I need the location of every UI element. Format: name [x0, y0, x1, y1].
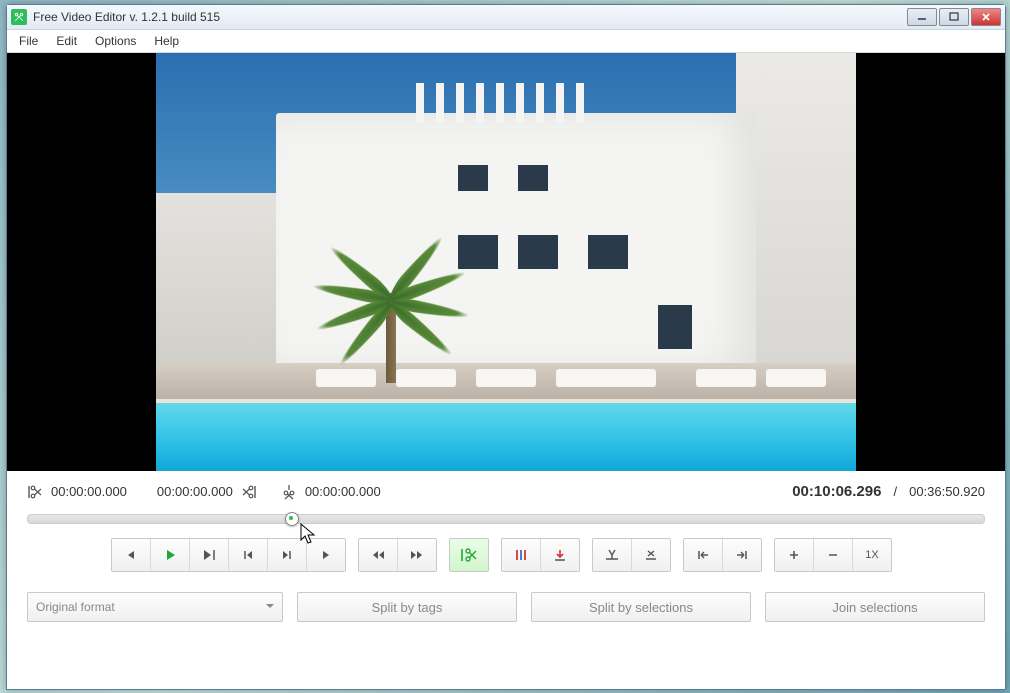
window-title: Free Video Editor v. 1.2.1 build 515: [33, 10, 907, 24]
cut-group: [449, 538, 489, 572]
mouse-cursor-icon: [300, 523, 318, 545]
skip-forward-button[interactable]: [398, 539, 436, 571]
play-selection-button[interactable]: [190, 539, 229, 571]
zoom-in-button[interactable]: [775, 539, 814, 571]
save-marker-button[interactable]: [541, 539, 579, 571]
split-by-selections-button[interactable]: Split by selections: [531, 592, 751, 622]
titlebar[interactable]: Free Video Editor v. 1.2.1 build 515: [7, 5, 1005, 30]
set-markers-button[interactable]: [502, 539, 541, 571]
app-window: Free Video Editor v. 1.2.1 build 515 Fil…: [6, 4, 1006, 690]
skip-group: [358, 538, 437, 572]
split-by-tags-button[interactable]: Split by tags: [297, 592, 517, 622]
toolbar: 1X: [27, 538, 985, 572]
bottom-row: Original format Split by tags Split by s…: [27, 592, 985, 622]
minimize-button[interactable]: [907, 8, 937, 26]
frame-back-button[interactable]: [229, 539, 268, 571]
app-icon: [11, 9, 27, 25]
join-selections-button[interactable]: Join selections: [765, 592, 985, 622]
time-separator: /: [889, 484, 901, 499]
playhead[interactable]: [285, 512, 299, 526]
marker-time: 00:00:00.000: [305, 484, 381, 499]
timecode-row: 00:00:00.000 00:00:00.000 00:00:00.000 0…: [27, 483, 985, 500]
trim-in-button[interactable]: [593, 539, 632, 571]
controls-panel: 00:00:00.000 00:00:00.000 00:00:00.000 0…: [7, 471, 1005, 689]
video-frame: [156, 53, 856, 471]
zoom-reset-button[interactable]: 1X: [853, 539, 891, 571]
delete-cut-button[interactable]: [632, 539, 670, 571]
menubar: File Edit Options Help: [7, 30, 1005, 53]
skip-back-button[interactable]: [359, 539, 398, 571]
menu-edit[interactable]: Edit: [48, 32, 85, 50]
selection-end-time: 00:00:00.000: [157, 484, 233, 499]
total-time: 00:36:50.920: [909, 484, 985, 499]
menu-file[interactable]: File: [11, 32, 46, 50]
zoom-label: 1X: [865, 549, 878, 561]
maximize-button[interactable]: [939, 8, 969, 26]
goto-group: [683, 538, 762, 572]
video-preview[interactable]: [7, 53, 1005, 471]
window-controls: [907, 8, 1001, 26]
marker-group: [501, 538, 580, 572]
goto-end-button[interactable]: [723, 539, 761, 571]
current-time: 00:10:06.296: [792, 483, 881, 500]
format-selected: Original format: [36, 600, 115, 614]
selection-end-icon: [241, 484, 257, 500]
menu-options[interactable]: Options: [87, 32, 144, 50]
selection-start-icon: [27, 484, 43, 500]
play-button[interactable]: [151, 539, 190, 571]
selection-start-time: 00:00:00.000: [51, 484, 127, 499]
goto-start-button[interactable]: [684, 539, 723, 571]
menu-help[interactable]: Help: [146, 32, 187, 50]
format-dropdown[interactable]: Original format: [27, 592, 283, 622]
timeline-slider[interactable]: [27, 514, 985, 524]
close-button[interactable]: [971, 8, 1001, 26]
prev-button[interactable]: [112, 539, 151, 571]
zoom-group: 1X: [774, 538, 892, 572]
cut-button[interactable]: [450, 539, 488, 571]
trim-group: [592, 538, 671, 572]
cut-marker-icon: [281, 484, 297, 500]
zoom-out-button[interactable]: [814, 539, 853, 571]
